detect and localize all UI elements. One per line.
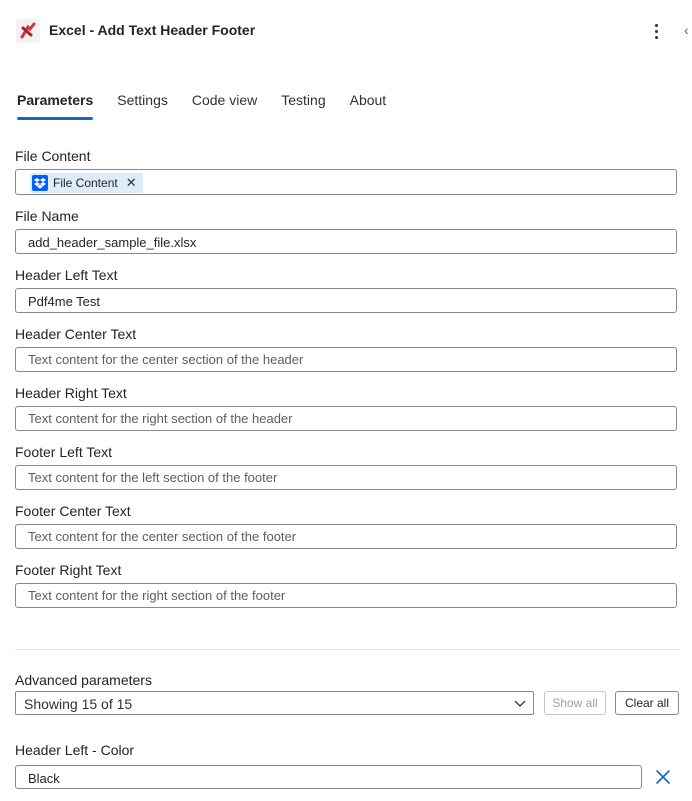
file-content-token[interactable]: File Content ✕ [30,173,143,193]
header-right-text-label: Header Right Text [15,385,127,401]
footer-center-text-placeholder: Text content for the center section of t… [28,529,297,544]
header-left-color-field[interactable]: Black [15,765,642,789]
tab-about[interactable]: About [350,90,387,122]
file-content-field[interactable]: File Content ✕ [15,169,677,195]
header-center-text-placeholder: Text content for the center section of t… [28,352,304,367]
footer-center-text-field[interactable]: Text content for the center section of t… [15,524,677,549]
tab-settings[interactable]: Settings [117,90,168,122]
header-left-text-label: Header Left Text [15,267,118,283]
advanced-parameters-label: Advanced parameters [15,672,152,688]
more-vertical-icon[interactable] [646,19,666,43]
file-name-label: File Name [15,208,79,224]
dropbox-icon [32,175,48,191]
header-right-text-placeholder: Text content for the right section of th… [28,411,293,426]
header-left-text-field[interactable]: Pdf4me Test [15,288,677,313]
section-divider [15,649,679,650]
file-content-label: File Content [15,148,91,164]
clear-all-button[interactable]: Clear all [615,691,679,715]
tab-testing[interactable]: Testing [281,90,325,122]
footer-left-text-field[interactable]: Text content for the left section of the… [15,465,677,490]
tab-bar: Parameters Settings Code view Testing Ab… [17,90,410,122]
file-name-value: add_header_sample_file.xlsx [28,235,197,250]
chevron-left-icon[interactable]: ‹ [684,22,689,38]
chevron-down-icon [514,700,526,707]
footer-right-text-field[interactable]: Text content for the right section of th… [15,583,677,608]
header-left-text-value: Pdf4me Test [28,294,101,309]
pdf4me-logo-icon [16,19,40,43]
panel-title: Excel - Add Text Header Footer [49,22,256,38]
header-center-text-label: Header Center Text [15,326,137,342]
remove-token-icon[interactable]: ✕ [126,175,137,191]
advanced-parameters-selected: Showing 15 of 15 [24,696,133,712]
file-name-field[interactable]: add_header_sample_file.xlsx [15,229,677,254]
panel-header: Excel - Add Text Header Footer ‹ [0,0,692,64]
tab-parameters[interactable]: Parameters [17,90,94,122]
header-right-text-field[interactable]: Text content for the right section of th… [15,406,677,431]
header-left-color-label: Header Left - Color [15,742,135,758]
advanced-parameters-dropdown[interactable]: Showing 15 of 15 [15,691,534,715]
tab-code-view[interactable]: Code view [192,90,257,122]
footer-center-text-label: Footer Center Text [15,503,131,519]
show-all-button[interactable]: Show all [544,691,606,715]
header-center-text-field[interactable]: Text content for the center section of t… [15,347,677,372]
footer-right-text-label: Footer Right Text [15,562,122,578]
footer-left-text-placeholder: Text content for the left section of the… [28,470,278,485]
close-icon[interactable] [654,768,672,786]
footer-right-text-placeholder: Text content for the right section of th… [28,588,286,603]
token-label: File Content [53,176,118,190]
header-left-color-value: Black [28,771,60,786]
footer-left-text-label: Footer Left Text [15,444,113,460]
